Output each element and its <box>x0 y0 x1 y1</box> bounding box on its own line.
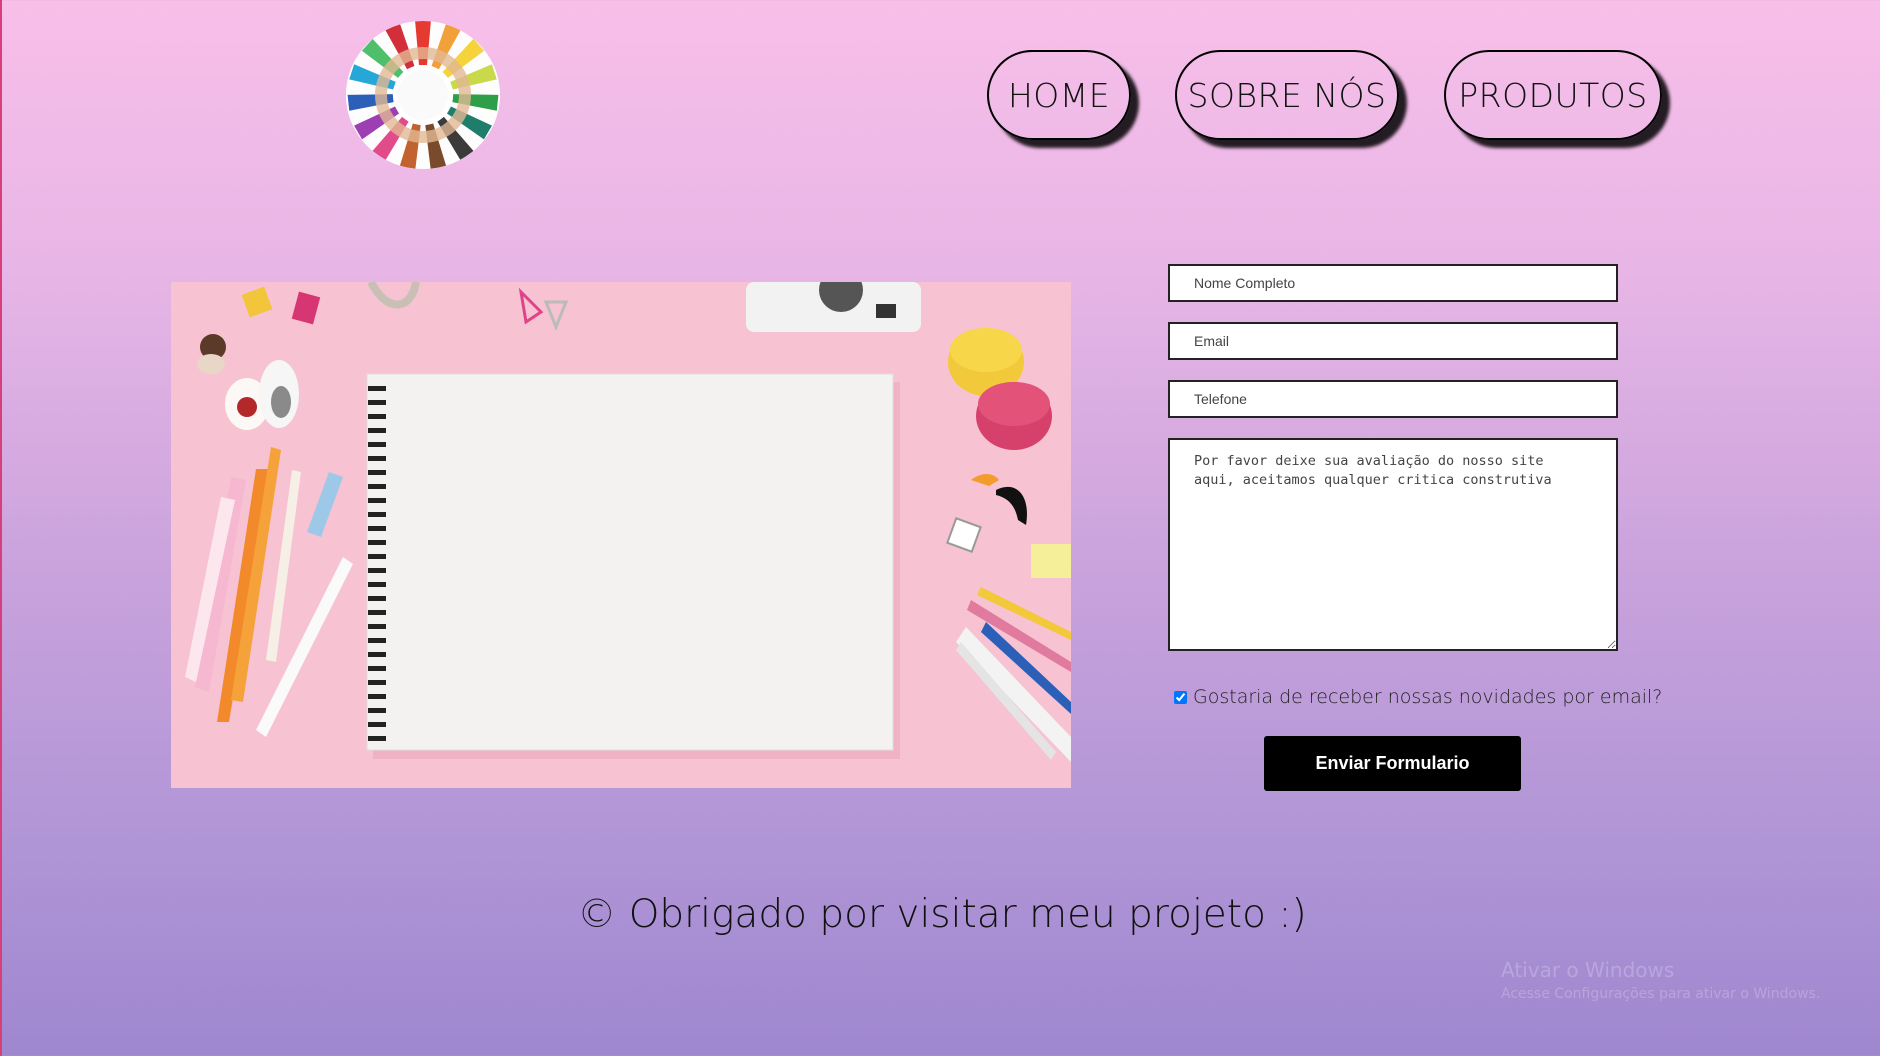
watermark-subtitle: Acesse Configurações para ativar o Windo… <box>1501 986 1821 1002</box>
colored-pencils-logo-icon <box>346 21 500 169</box>
watermark-title: Ativar o Windows <box>1501 958 1675 982</box>
sketchbook-desk-illustration-icon <box>171 282 1071 788</box>
hero-image <box>171 282 1071 788</box>
review-textarea[interactable] <box>1168 438 1618 651</box>
nav-products-button[interactable]: PRODUTOS <box>1444 50 1662 140</box>
site-logo <box>346 21 500 169</box>
nav-about-button[interactable]: SOBRE NÓS <box>1175 50 1399 140</box>
nav-home-button[interactable]: HOME <box>987 50 1131 140</box>
newsletter-label: Gostaria de receber nossas novidades por… <box>1193 686 1663 708</box>
submit-form-button[interactable]: Enviar Formulario <box>1264 736 1521 791</box>
email-input[interactable] <box>1168 322 1618 360</box>
newsletter-checkbox[interactable] <box>1174 690 1187 704</box>
phone-input[interactable] <box>1168 380 1618 418</box>
windows-activation-watermark: Ativar o Windows Acesse Configurações pa… <box>1501 958 1820 1002</box>
full-name-input[interactable] <box>1168 264 1618 302</box>
newsletter-option: Gostaria de receber nossas novidades por… <box>1174 686 1662 708</box>
footer-text: © Obrigado por visitar meu projeto :) <box>577 892 1307 937</box>
